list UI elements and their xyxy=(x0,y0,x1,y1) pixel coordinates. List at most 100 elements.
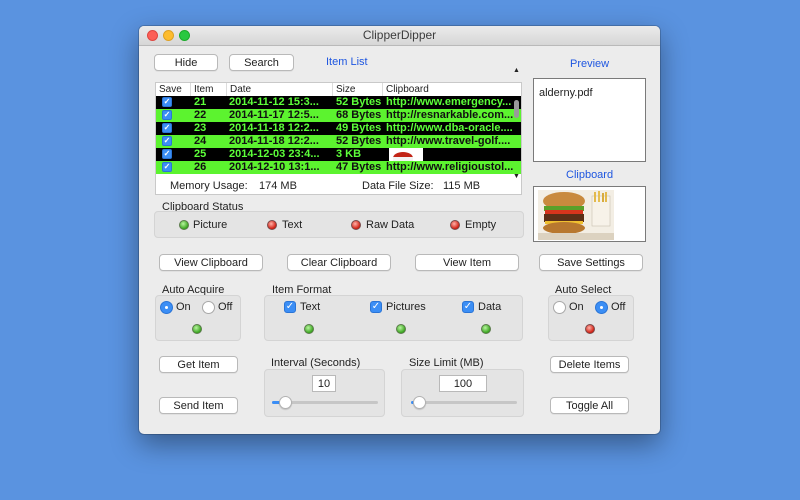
row-save-checkbox[interactable]: ✓ xyxy=(162,162,172,172)
table-row[interactable]: ✓ 23 2014-11-18 12:2... 49 Bytes http://www.… xyxy=(156,122,521,135)
auto-select-off-radio[interactable] xyxy=(595,301,608,314)
auto-acquire-on-label: On xyxy=(176,301,191,313)
row-cell-item: 26 xyxy=(194,161,207,173)
clipboard-preview-box xyxy=(533,186,646,242)
row-cell-date: 2014-11-18 12:2... xyxy=(229,122,319,134)
search-button[interactable]: Search xyxy=(229,54,294,71)
picture-status-label: Picture xyxy=(193,219,228,231)
auto-select-panel: On Off xyxy=(548,295,634,341)
clear-clipboard-button[interactable]: Clear Clipboard xyxy=(287,254,391,271)
clipboard-title: Clipboard xyxy=(566,169,614,181)
hide-button[interactable]: Hide xyxy=(154,54,218,71)
row-cell-date: 2014-11-17 12:5... xyxy=(229,109,319,121)
row-cell-item: 22 xyxy=(194,109,207,121)
row-save-checkbox[interactable]: ✓ xyxy=(162,97,172,107)
clipboard-status-panel: Picture Text Raw Data Empty xyxy=(154,211,524,238)
auto-acquire-off-label: Off xyxy=(218,301,233,313)
get-item-button[interactable]: Get Item xyxy=(159,356,238,373)
auto-acquire-on-radio[interactable] xyxy=(160,301,173,314)
row-cell-clipboard: http://www.travel-golf.... xyxy=(386,135,511,147)
column-header-save[interactable]: Save xyxy=(156,83,191,96)
title-bar[interactable]: ClipperDipper xyxy=(139,26,660,46)
row-cell-size: 52 Bytes xyxy=(336,135,382,147)
row-cell-date: 2014-12-03 23:4... xyxy=(229,148,320,160)
auto-acquire-panel: On Off xyxy=(155,295,241,341)
preview-text: alderny.pdf xyxy=(539,87,593,99)
window-title: ClipperDipper xyxy=(362,28,437,42)
row-cell-item: 21 xyxy=(194,96,207,108)
column-header-item[interactable]: Item xyxy=(191,83,227,96)
text-status-led-icon xyxy=(267,220,277,230)
row-save-checkbox[interactable]: ✓ xyxy=(162,123,172,133)
auto-select-on-radio[interactable] xyxy=(553,301,566,314)
text-format-led-icon xyxy=(304,324,314,334)
row-cell-item: 24 xyxy=(194,135,207,147)
zoom-window-button[interactable] xyxy=(179,30,190,41)
send-item-button[interactable]: Send Item xyxy=(159,397,238,414)
row-cell-date: 2014-12-10 13:1... xyxy=(229,161,320,173)
column-header-date[interactable]: Date xyxy=(227,83,333,96)
row-cell-size: 3 KB xyxy=(336,148,362,160)
close-window-button[interactable] xyxy=(147,30,158,41)
empty-status-led-icon xyxy=(450,220,460,230)
clipboard-preview-image xyxy=(538,190,614,240)
item-format-panel: ✓ Text ✓ Pictures ✓ Data xyxy=(264,295,523,341)
memory-usage-value: 174 MB xyxy=(259,180,297,192)
table-row[interactable]: ✓ 25 2014-12-03 23:4... 3 KB xyxy=(156,148,521,161)
pictures-format-checkbox[interactable]: ✓ xyxy=(370,301,382,313)
row-cell-date: 2014-11-12 15:3... xyxy=(229,96,319,108)
item-list-label: Item List xyxy=(326,56,368,68)
memory-usage-label: Memory Usage: xyxy=(170,180,248,192)
table-row[interactable]: ✓ 22 2014-11-17 12:5... 68 Bytes http://resn… xyxy=(156,109,521,122)
size-limit-slider-knob[interactable] xyxy=(413,396,426,409)
auto-select-on-label: On xyxy=(569,301,584,313)
pictures-format-label: Pictures xyxy=(386,301,426,313)
row-save-checkbox[interactable]: ✓ xyxy=(162,136,172,146)
data-file-size-label: Data File Size: xyxy=(362,180,434,192)
row-cell-clipboard: http://resnarkable.com... xyxy=(386,109,514,121)
text-format-checkbox[interactable]: ✓ xyxy=(284,301,296,313)
minimize-window-button[interactable] xyxy=(163,30,174,41)
interval-value-field[interactable]: 10 xyxy=(312,375,336,392)
text-format-label: Text xyxy=(300,301,321,313)
interval-slider-knob[interactable] xyxy=(279,396,292,409)
size-limit-panel: 100 xyxy=(401,369,524,417)
row-cell-clipboard: http://www.religioustol... xyxy=(386,161,514,173)
table-row[interactable]: ✓ 24 2014-11-18 12:2... 52 Bytes http://www.… xyxy=(156,135,521,148)
row-cell-item: 25 xyxy=(194,148,207,160)
view-item-button[interactable]: View Item xyxy=(415,254,519,271)
view-clipboard-button[interactable]: View Clipboard xyxy=(159,254,263,271)
empty-status-label: Empty xyxy=(465,219,497,231)
row-cell-size: 47 Bytes xyxy=(336,161,382,173)
interval-slider[interactable] xyxy=(272,396,378,409)
row-clipboard-thumbnail xyxy=(389,148,423,161)
interval-panel: 10 xyxy=(264,369,385,417)
row-cell-date: 2014-11-18 12:2... xyxy=(229,135,319,147)
size-limit-slider[interactable] xyxy=(411,396,517,409)
table-row[interactable]: ✓ 21 2014-11-12 15:3... 52 Bytes http://www.… xyxy=(156,96,521,109)
row-cell-clipboard: http://www.dba-oracle.... xyxy=(386,122,513,134)
table-row[interactable]: ✓ 26 2014-12-10 13:1... 47 Bytes http://www.… xyxy=(156,161,521,174)
column-header-clipboard[interactable]: Clipboard xyxy=(383,83,521,96)
column-header-size[interactable]: Size xyxy=(333,83,383,96)
auto-select-led-icon xyxy=(585,324,595,334)
size-limit-value-field[interactable]: 100 xyxy=(439,375,487,392)
scroll-down-arrow-icon[interactable]: ▼ xyxy=(513,173,520,180)
table-scrollbar[interactable] xyxy=(514,100,519,118)
auto-select-off-label: Off xyxy=(611,301,626,313)
size-limit-title: Size Limit (MB) xyxy=(409,357,484,369)
row-cell-size: 52 Bytes xyxy=(336,96,382,108)
row-save-checkbox[interactable]: ✓ xyxy=(162,149,172,159)
row-save-checkbox[interactable]: ✓ xyxy=(162,110,172,120)
data-format-checkbox[interactable]: ✓ xyxy=(462,301,474,313)
row-cell-size: 68 Bytes xyxy=(336,109,382,121)
auto-acquire-off-radio[interactable] xyxy=(202,301,215,314)
raw-data-status-led-icon xyxy=(351,220,361,230)
text-status-label: Text xyxy=(282,219,303,231)
item-table[interactable]: Save Item Date Size Clipboard ✓ 21 2014-11… xyxy=(155,82,522,195)
delete-items-button[interactable]: Delete Items xyxy=(550,356,629,373)
toggle-all-button[interactable]: Toggle All xyxy=(550,397,629,414)
scroll-up-arrow-icon[interactable]: ▲ xyxy=(513,67,520,74)
row-cell-item: 23 xyxy=(194,122,207,134)
save-settings-button[interactable]: Save Settings xyxy=(539,254,643,271)
